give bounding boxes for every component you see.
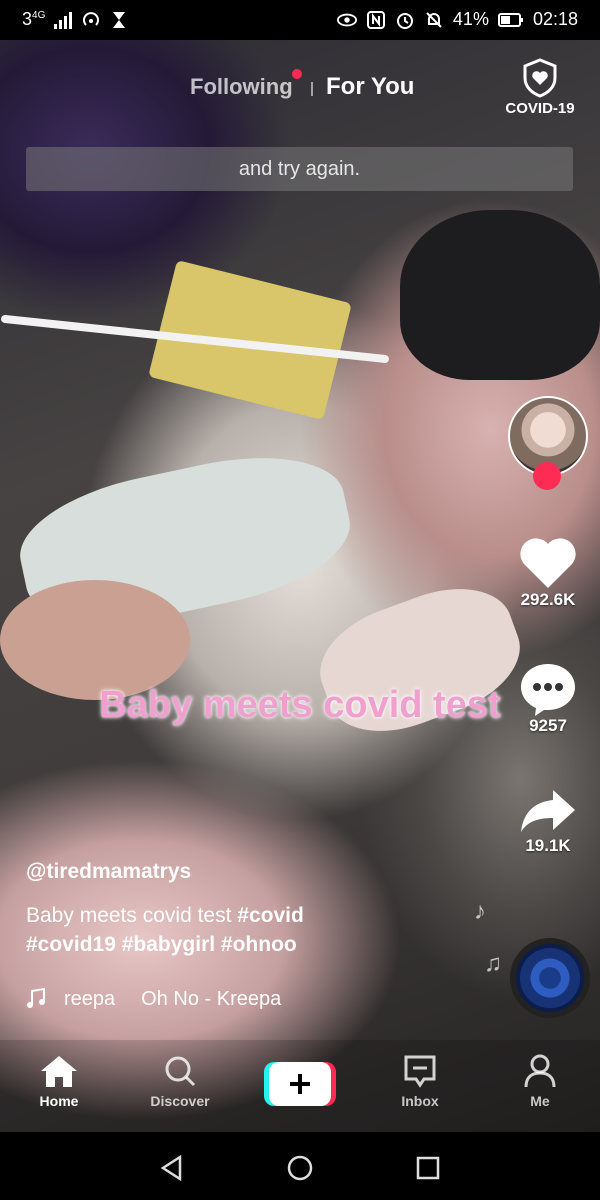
tab-divider [311,82,313,96]
create-plus-icon [264,1062,336,1106]
music-note-icon: ♪ [474,898,486,925]
nav-home-label: Home [39,1093,79,1109]
hourglass-icon [113,11,126,28]
battery-icon [497,12,523,27]
network-type: 4G [32,10,46,21]
tab-for-you[interactable]: For You [326,73,414,101]
hand-shape [0,580,190,700]
bottom-nav: Home Discover Inbox Me [0,1040,600,1132]
comment-button[interactable]: 9257 [508,660,588,736]
network-label: 34G [22,9,46,29]
nav-me-label: Me [530,1093,550,1109]
eye-icon [336,13,357,26]
beanie-shape [400,210,600,380]
sound-artist: reepa [64,987,116,1010]
nav-discover[interactable]: Discover [130,1053,230,1109]
battery-percent: 41% [452,9,489,29]
music-disc[interactable] [510,938,590,1018]
hashtags-line[interactable]: #covid19 #babygirl #ohnoo [26,933,297,956]
heart-icon [520,538,576,588]
share-count: 19.1K [525,836,571,855]
post-description: Baby meets covid test #covid #covid19 #b… [26,901,386,959]
nav-inbox-label: Inbox [401,1093,439,1109]
shield-heart-icon [523,58,557,98]
clock: 02:18 [532,9,578,29]
status-left: 34G [22,9,129,30]
nav-me[interactable]: Me [490,1053,590,1109]
home-circle-icon[interactable] [286,1154,314,1182]
system-nav-bar [0,1132,600,1200]
status-right: 41% 02:18 [336,9,578,30]
signal-icon [54,11,73,29]
covid-info-button[interactable]: COVID-19 [500,58,580,117]
hotspot-icon [83,11,100,26]
music-note-icon: ♫ [484,950,502,977]
nfc-icon [366,10,385,29]
create-button[interactable] [264,1062,336,1106]
status-bar: 34G 41% 02:18 [0,0,600,40]
share-arrow-icon [521,790,575,832]
sound-title: Oh No - Kreepa [141,987,282,1010]
creator-username[interactable]: @tiredmamatrys [26,860,191,884]
comment-bubble-icon [521,664,575,716]
music-icon [27,987,45,1008]
recents-icon[interactable] [414,1154,442,1182]
covid-label: COVID-19 [505,100,575,117]
sound-row[interactable]: reepa Oh No - Kreepa [24,987,281,1011]
nav-home[interactable]: Home [9,1053,109,1109]
notification-dot [292,69,302,79]
comment-count: 9257 [529,716,567,735]
video-caption: and try again. [26,147,573,191]
profile-icon [524,1054,556,1088]
mute-bell-icon [426,11,442,28]
back-icon[interactable] [158,1154,186,1182]
hashtag-covid[interactable]: #covid [237,904,304,927]
home-icon [41,1056,77,1087]
like-button[interactable]: 292.6K [508,534,588,610]
alarm-icon [396,12,413,29]
tab-following[interactable]: Following [190,74,293,100]
nav-inbox[interactable]: Inbox [370,1053,470,1109]
follow-plus-icon[interactable]: plus [533,462,561,490]
search-icon [165,1056,196,1087]
description-text: Baby meets covid test [26,904,238,927]
share-button[interactable]: 19.1K [508,786,588,856]
inbox-icon [404,1055,436,1088]
nav-discover-label: Discover [150,1093,210,1109]
like-count: 292.6K [520,590,576,609]
